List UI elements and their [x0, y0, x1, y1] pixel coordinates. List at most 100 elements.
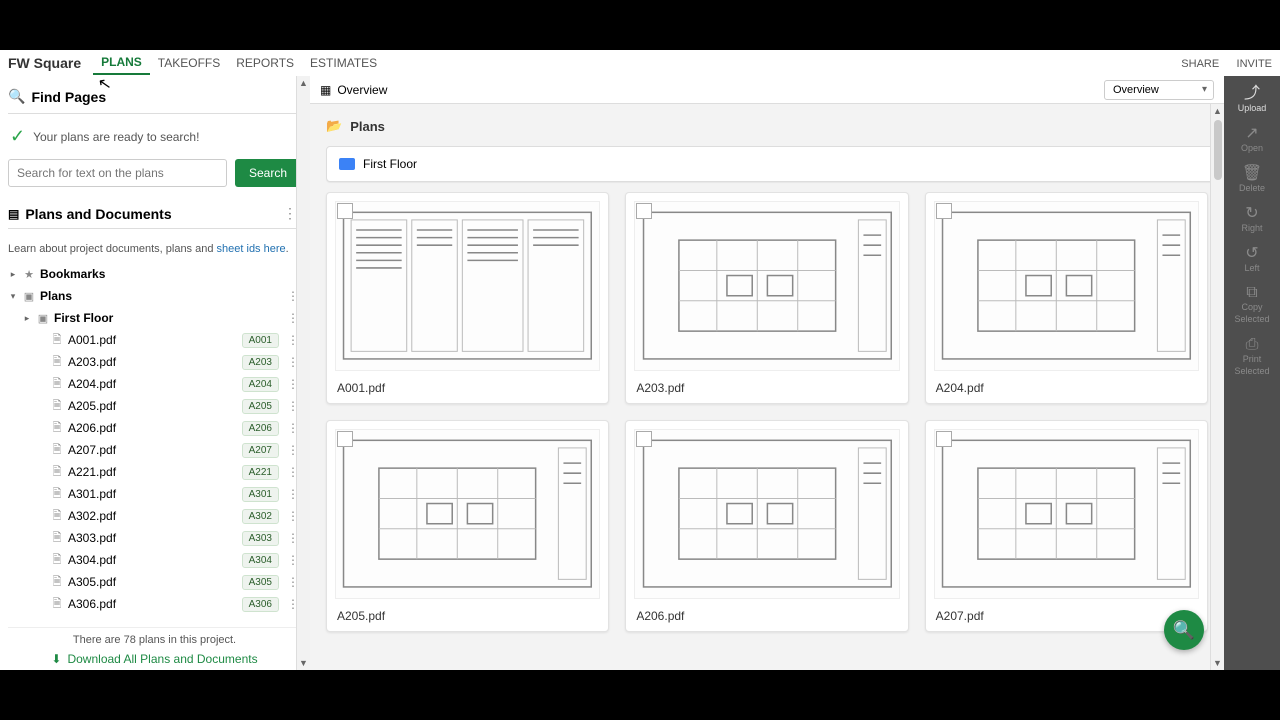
card-checkbox[interactable]: [337, 431, 353, 447]
file-icon: 🗎: [50, 485, 64, 504]
sheet-badge: A221: [242, 465, 279, 480]
search-icon: 🔍: [8, 88, 25, 105]
sheet-badge: A302: [242, 509, 279, 524]
overview-tab[interactable]: Overview: [337, 83, 387, 97]
plan-card[interactable]: A203.pdf: [625, 192, 908, 404]
plan-thumbnail[interactable]: [934, 201, 1199, 371]
search-button[interactable]: Search: [235, 159, 301, 187]
tree-file[interactable]: 🗎A305.pdfA305⋮: [8, 571, 301, 593]
open-icon: ↗: [1245, 126, 1258, 142]
scroll-up-icon[interactable]: ▲: [299, 76, 308, 90]
tree-file[interactable]: 🗎A204.pdfA204⋮: [8, 373, 301, 395]
tree-file[interactable]: 🗎A203.pdfA203⋮: [8, 351, 301, 373]
nav-estimates[interactable]: ESTIMATES: [302, 52, 385, 74]
tree-first-floor[interactable]: ▸▣ First Floor ⋮: [8, 307, 301, 329]
plan-thumbnail[interactable]: [934, 429, 1199, 599]
nav-reports[interactable]: REPORTS: [228, 52, 302, 74]
file-name: A306.pdf: [68, 597, 238, 611]
plan-thumbnail[interactable]: [634, 429, 899, 599]
plan-card[interactable]: A206.pdf: [625, 420, 908, 632]
card-checkbox[interactable]: [337, 203, 353, 219]
sheet-badge: A205: [242, 399, 279, 414]
file-icon: 🗎: [50, 551, 64, 570]
sheet-badge: A001: [242, 333, 279, 348]
plan-thumbnail[interactable]: [335, 429, 600, 599]
tree-file[interactable]: 🗎A303.pdfA303⋮: [8, 527, 301, 549]
divider: [8, 113, 301, 114]
card-filename: A206.pdf: [634, 605, 899, 625]
card-filename: A203.pdf: [634, 377, 899, 397]
rail-copy-selected[interactable]: ⧉ Copy Selected: [1224, 279, 1280, 329]
file-name: A305.pdf: [68, 575, 238, 589]
tree-plans[interactable]: ▾▣ Plans ⋮: [8, 285, 301, 307]
card-filename: A204.pdf: [934, 377, 1199, 397]
plan-card[interactable]: A205.pdf: [326, 420, 609, 632]
rail-rotate-right[interactable]: ↻ Right: [1224, 200, 1280, 238]
tree-file[interactable]: 🗎A301.pdfA301⋮: [8, 483, 301, 505]
sheet-ids-link[interactable]: sheet ids: [217, 243, 261, 255]
rail-open[interactable]: ↗ Open: [1224, 120, 1280, 158]
card-filename: A205.pdf: [335, 605, 600, 625]
tree-file[interactable]: 🗎A206.pdfA206⋮: [8, 417, 301, 439]
rail-delete[interactable]: 🗑 Delete: [1224, 160, 1280, 198]
tree-file[interactable]: 🗎A221.pdfA221⋮: [8, 461, 301, 483]
tree-file[interactable]: 🗎A306.pdfA306⋮: [8, 593, 301, 615]
folder-icon: [339, 158, 355, 170]
folder-first-floor[interactable]: First Floor: [326, 146, 1224, 182]
find-pages-heading: 🔍 Find Pages: [8, 88, 301, 105]
card-checkbox[interactable]: [636, 431, 652, 447]
search-fab[interactable]: 🔍: [1164, 610, 1204, 650]
sheet-badge: A204: [242, 377, 279, 392]
tree-file[interactable]: 🗎A304.pdfA304⋮: [8, 549, 301, 571]
file-icon: 🗎: [50, 375, 64, 394]
card-filename: A001.pdf: [335, 377, 600, 397]
ready-banner: ✓ Your plans are ready to search!: [10, 126, 301, 147]
nav-takeoffs[interactable]: TAKEOFFS: [150, 52, 228, 74]
nav-plans[interactable]: PLANS: [93, 51, 150, 75]
bookmark-icon: ★: [22, 268, 36, 281]
rail-print-selected[interactable]: ⎙ Print Selected: [1224, 331, 1280, 381]
tree-file[interactable]: 🗎A001.pdfA001⋮: [8, 329, 301, 351]
scroll-down-icon[interactable]: ▼: [1213, 656, 1222, 670]
file-name: A303.pdf: [68, 531, 238, 545]
file-icon: 🗎: [50, 507, 64, 526]
file-name: A203.pdf: [68, 355, 238, 369]
download-all-link[interactable]: ⬇ Download All Plans and Documents: [51, 652, 257, 666]
invite-link[interactable]: INVITE: [1237, 58, 1272, 70]
file-name: A001.pdf: [68, 333, 238, 347]
plan-thumbnail[interactable]: [634, 201, 899, 371]
plans-docs-heading: ▤ Plans and Documents: [8, 206, 172, 222]
file-name: A205.pdf: [68, 399, 238, 413]
tree-file[interactable]: 🗎A207.pdfA207⋮: [8, 439, 301, 461]
download-icon: ⬇: [51, 652, 61, 666]
tree-file[interactable]: 🗎A205.pdfA205⋮: [8, 395, 301, 417]
view-dropdown[interactable]: Overview: [1104, 80, 1214, 100]
sheet-badge: A301: [242, 487, 279, 502]
tree-file[interactable]: 🗎A302.pdfA302⋮: [8, 505, 301, 527]
card-checkbox[interactable]: [636, 203, 652, 219]
plan-thumbnail[interactable]: [335, 201, 600, 371]
card-checkbox[interactable]: [936, 203, 952, 219]
plan-card[interactable]: A204.pdf: [925, 192, 1208, 404]
share-link[interactable]: SHARE: [1181, 58, 1219, 70]
plan-card[interactable]: A207.pdf: [925, 420, 1208, 632]
rail-upload[interactable]: ⤴ Upload: [1224, 80, 1280, 118]
plan-card[interactable]: A001.pdf: [326, 192, 609, 404]
scroll-up-icon[interactable]: ▲: [1213, 104, 1222, 118]
main-scrollbar[interactable]: ▲ ▼: [1210, 104, 1224, 670]
here-link[interactable]: here: [264, 243, 286, 255]
grid-icon: ▦: [320, 83, 331, 97]
sidebar-scrollbar[interactable]: ▲ ▼: [296, 76, 310, 670]
tree-bookmarks[interactable]: ▸★ Bookmarks: [8, 263, 301, 285]
scroll-down-icon[interactable]: ▼: [299, 656, 308, 670]
file-name: A206.pdf: [68, 421, 238, 435]
card-filename: A207.pdf: [934, 605, 1199, 625]
print-icon: ⎙: [1246, 337, 1259, 353]
sheet-badge: A207: [242, 443, 279, 458]
search-input[interactable]: [8, 159, 227, 187]
plan-count: There are 78 plans in this project.: [8, 634, 301, 646]
rail-rotate-left[interactable]: ↺ Left: [1224, 240, 1280, 278]
rotate-right-icon: ↻: [1245, 206, 1258, 222]
card-checkbox[interactable]: [936, 431, 952, 447]
sidebar: 🔍 Find Pages ✓ Your plans are ready to s…: [0, 76, 310, 670]
